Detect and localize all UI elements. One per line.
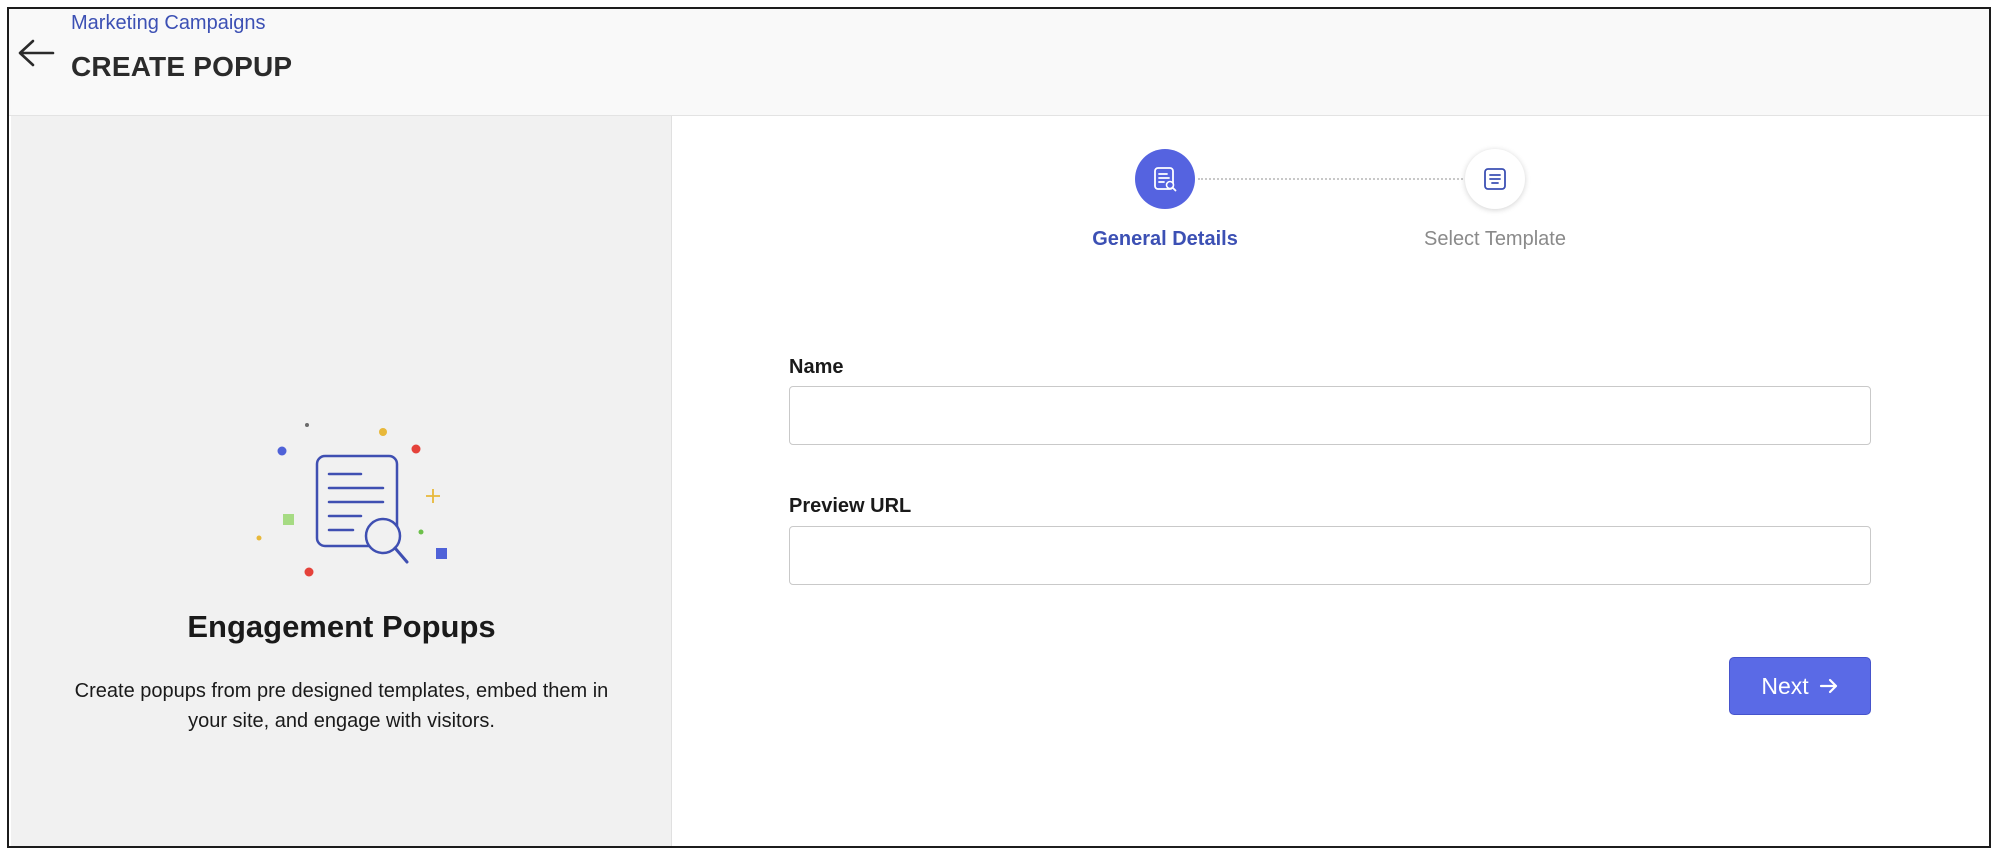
step-connector	[1198, 178, 1463, 180]
page-header: Marketing Campaigns CREATE POPUP	[9, 9, 1989, 116]
template-icon	[1484, 168, 1506, 190]
name-label: Name	[789, 356, 844, 378]
panel-title: Engagement Popups	[187, 609, 496, 644]
arrow-right-icon	[1819, 678, 1837, 694]
page-title: CREATE POPUP	[71, 51, 293, 82]
name-input[interactable]	[789, 386, 1871, 445]
back-button[interactable]	[13, 33, 59, 73]
step-label-select-template[interactable]: Select Template	[1375, 228, 1615, 251]
preview-url-label: Preview URL	[789, 495, 912, 517]
breadcrumb-marketing-campaigns[interactable]: Marketing Campaigns	[71, 12, 266, 35]
step-select-template[interactable]	[1465, 149, 1525, 209]
app-window: Marketing Campaigns CREATE POPUP Engagem…	[7, 7, 1991, 848]
preview-url-input[interactable]	[789, 526, 1871, 585]
document-search-icon	[256, 423, 447, 577]
step-label-general-details[interactable]: General Details	[1045, 228, 1285, 251]
step-general-details[interactable]	[1135, 149, 1195, 209]
info-panel: Engagement Popups Create popups from pre…	[11, 116, 672, 846]
next-button[interactable]: Next	[1729, 657, 1871, 715]
panel-description: Create popups from pre designed template…	[74, 680, 609, 732]
arrow-left-icon	[18, 39, 55, 67]
document-search-icon	[1154, 167, 1177, 192]
next-button-label: Next	[1761, 672, 1809, 699]
